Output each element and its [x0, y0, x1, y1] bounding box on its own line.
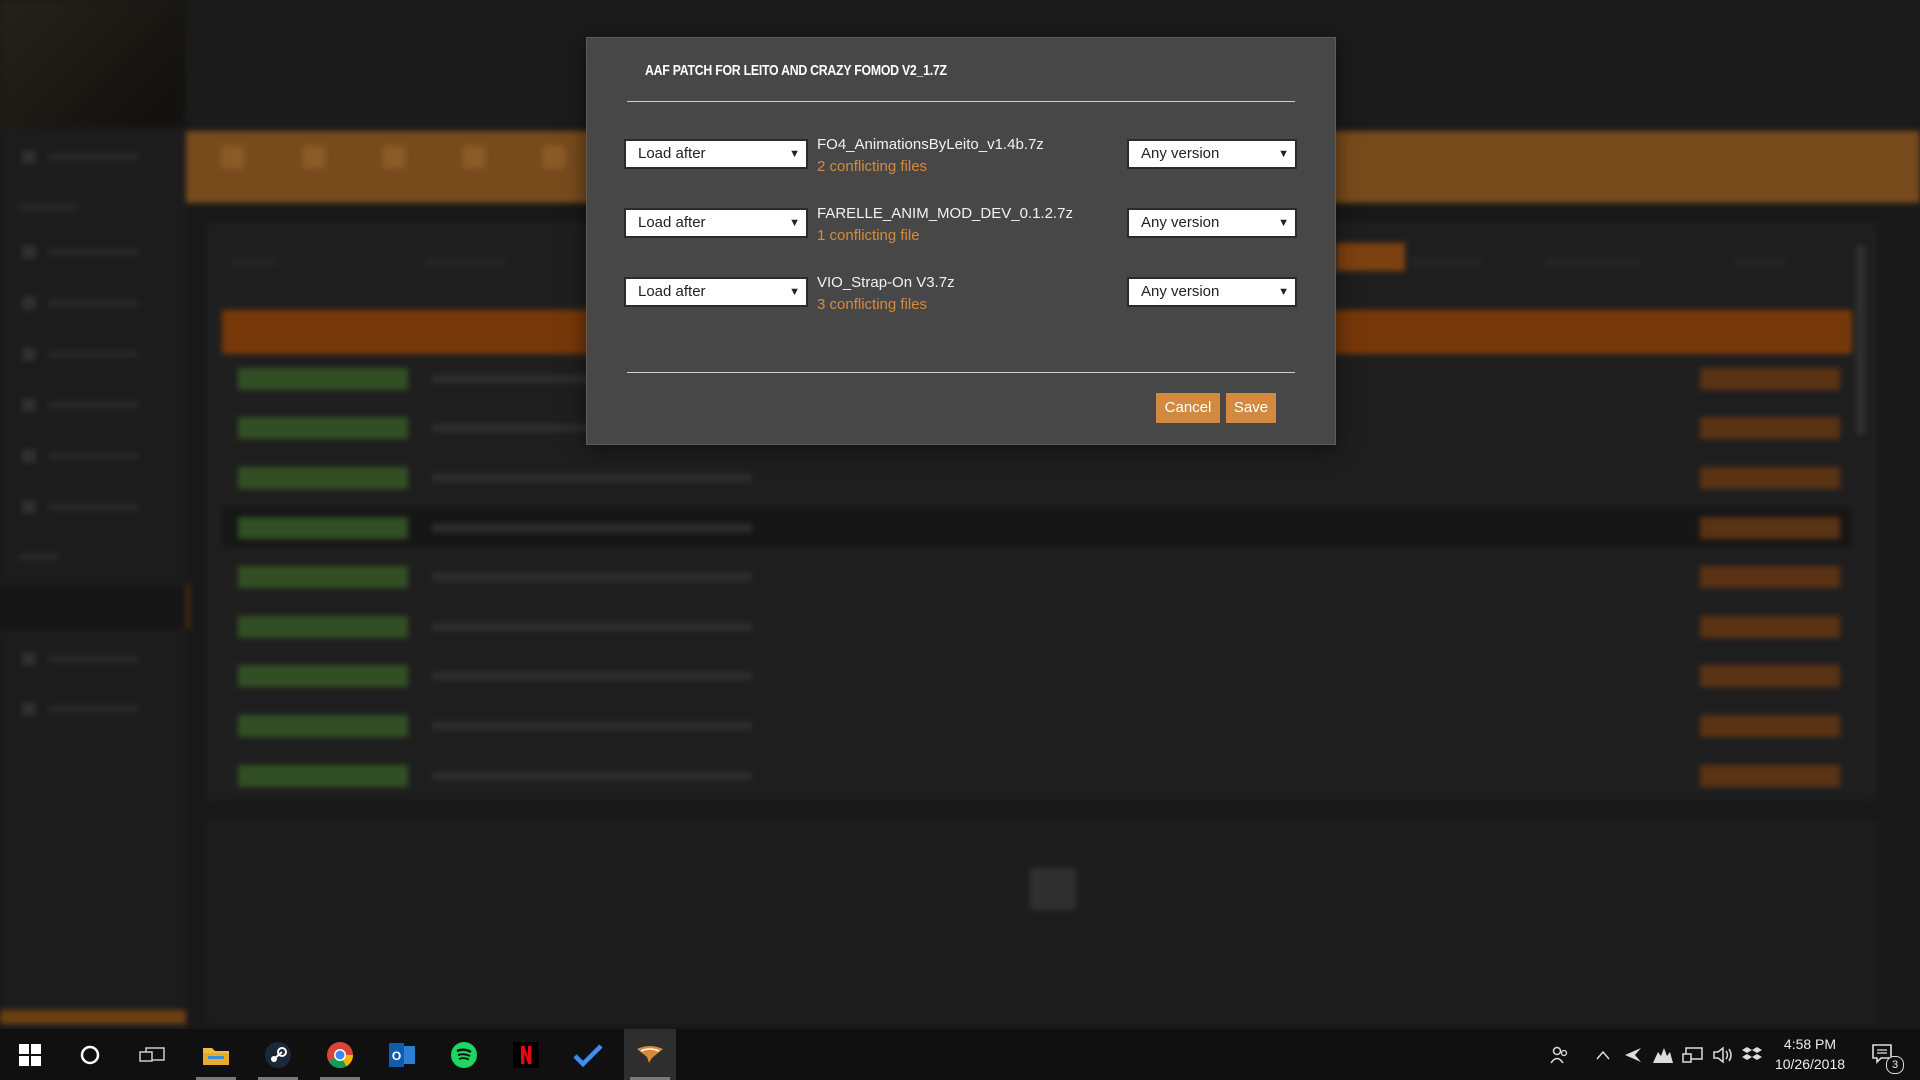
spotify-icon[interactable] [438, 1029, 490, 1080]
divider [627, 101, 1295, 102]
load-order-select[interactable]: Load after ▼ [624, 139, 808, 169]
load-order-value: Load after [638, 145, 706, 162]
load-order-select[interactable]: Load after ▼ [624, 208, 808, 238]
task-view-icon[interactable] [126, 1029, 178, 1080]
clock-date: 10/26/2018 [1774, 1056, 1846, 1072]
divider [627, 372, 1295, 373]
conflicting-files-link[interactable]: 3 conflicting files [817, 296, 927, 313]
notification-count-badge: 3 [1886, 1056, 1904, 1074]
version-value: Any version [1141, 145, 1220, 162]
action-center-icon[interactable]: 3 [1864, 1029, 1904, 1080]
steam-icon[interactable] [252, 1029, 304, 1080]
dropdown-arrow-icon: ▼ [1278, 286, 1289, 298]
mod-rules-dialog: AAF PATCH FOR LEITO AND CRAZY FOMOD V2_1… [586, 37, 1336, 445]
version-select[interactable]: Any version ▼ [1127, 277, 1297, 307]
save-button[interactable]: Save [1226, 393, 1276, 423]
tray-app-icon[interactable] [1618, 1029, 1648, 1080]
conflicting-files-link[interactable]: 1 conflicting file [817, 227, 920, 244]
reference-mod-name: FARELLE_ANIM_MOD_DEV_0.1.2.7z [817, 205, 1073, 222]
network-icon[interactable] [1678, 1029, 1708, 1080]
svg-text:O: O [392, 1049, 401, 1063]
load-order-select[interactable]: Load after ▼ [624, 277, 808, 307]
load-order-value: Load after [638, 214, 706, 231]
system-clock[interactable]: 4:58 PM 10/26/2018 [1760, 1034, 1860, 1074]
version-select[interactable]: Any version ▼ [1127, 208, 1297, 238]
dropdown-arrow-icon: ▼ [1278, 148, 1289, 160]
corsair-icon[interactable] [1648, 1029, 1678, 1080]
dropdown-arrow-icon: ▼ [789, 148, 800, 160]
outlook-icon[interactable]: O [376, 1029, 428, 1080]
start-icon[interactable] [4, 1029, 56, 1080]
taskbar: O 4:58 PM 10/26/2018 3 [0, 1029, 1920, 1080]
load-order-value: Load after [638, 283, 706, 300]
dropdown-arrow-icon: ▼ [1278, 217, 1289, 229]
chrome-icon[interactable] [314, 1029, 366, 1080]
reference-mod-name: VIO_Strap-On V3.7z [817, 274, 955, 291]
version-value: Any version [1141, 214, 1220, 231]
todo-icon[interactable] [562, 1029, 614, 1080]
cortana-icon[interactable] [64, 1029, 116, 1080]
dropdown-arrow-icon: ▼ [789, 286, 800, 298]
file-explorer-icon[interactable] [190, 1029, 242, 1080]
dialog-title: AAF PATCH FOR LEITO AND CRAZY FOMOD V2_1… [645, 62, 947, 79]
reference-mod-name: FO4_AnimationsByLeito_v1.4b.7z [817, 136, 1044, 153]
dropdown-arrow-icon: ▼ [789, 217, 800, 229]
netflix-icon[interactable] [500, 1029, 552, 1080]
version-value: Any version [1141, 283, 1220, 300]
people-icon[interactable] [1544, 1029, 1574, 1080]
volume-icon[interactable] [1708, 1029, 1738, 1080]
cancel-button[interactable]: Cancel [1156, 393, 1220, 423]
vortex-icon[interactable] [624, 1029, 676, 1080]
clock-time: 4:58 PM [1783, 1036, 1837, 1052]
show-hidden-icons-chevron-up-icon[interactable] [1590, 1029, 1616, 1080]
version-select[interactable]: Any version ▼ [1127, 139, 1297, 169]
conflicting-files-link[interactable]: 2 conflicting files [817, 158, 927, 175]
